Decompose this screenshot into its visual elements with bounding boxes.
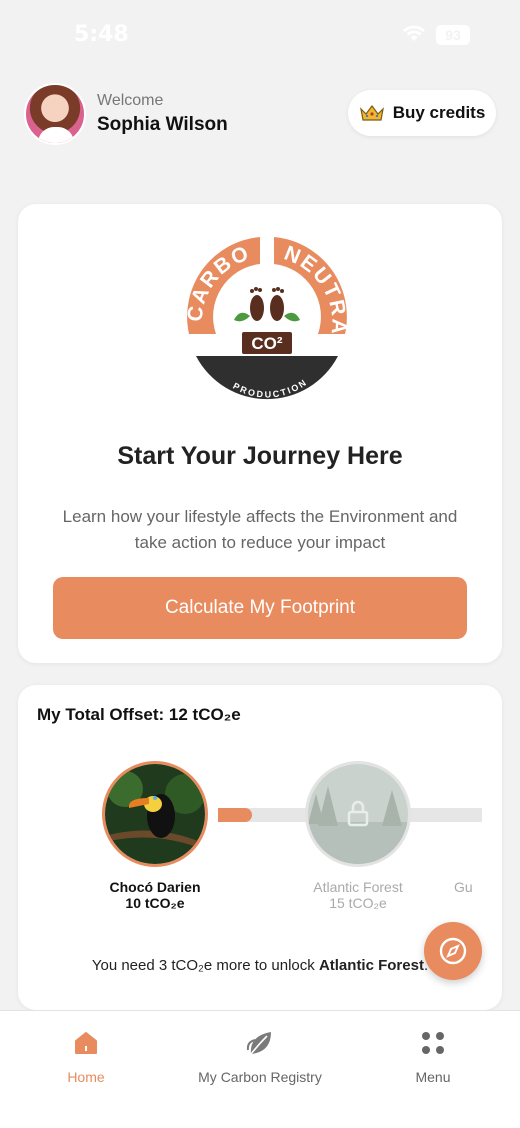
- bottom-nav: Home My Carbon Registry Menu: [0, 1010, 520, 1128]
- nav-home[interactable]: Home: [11, 1027, 161, 1085]
- nav-label: Menu: [415, 1069, 451, 1085]
- wifi-icon: [403, 25, 425, 41]
- project-amount: 10 tCO₂e: [125, 895, 185, 911]
- journey-title: Start Your Journey Here: [117, 442, 403, 470]
- buy-credits-label: Buy credits: [392, 103, 486, 122]
- offset-progress-fill: [218, 808, 253, 822]
- project-name: Atlantic Forest: [313, 879, 403, 895]
- project-name: Chocó Darien: [109, 879, 201, 895]
- nav-my-carbon-registry[interactable]: My Carbon Registry: [185, 1027, 335, 1085]
- battery-indicator: 93: [436, 25, 470, 45]
- project-image-choco-darien: [102, 761, 208, 867]
- crown-icon: [359, 105, 384, 121]
- avatar[interactable]: [24, 83, 86, 145]
- journey-card: CARBON NEUTRAL PRODUCTION CO² Start Your…: [18, 204, 502, 663]
- journey-description: Learn how your lifestyle affects the Env…: [62, 507, 458, 552]
- project-atlantic-forest[interactable]: Atlantic Forest 15 tCO₂e: [303, 761, 413, 911]
- buy-credits-button[interactable]: Buy credits: [348, 90, 496, 136]
- status-bar: 5:48 93: [0, 0, 520, 70]
- nav-label: Home: [67, 1069, 105, 1085]
- footprints-icon: [234, 287, 300, 322]
- user-name: Sophia Wilson: [97, 114, 228, 135]
- project-name: Gu: [454, 879, 473, 895]
- project-image-atlantic-forest: [305, 761, 411, 867]
- unlock-target: Atlantic Forest: [318, 957, 424, 974]
- logo-co2-badge: CO²: [251, 334, 283, 353]
- svg-text:CARBON: CARBON: [182, 228, 253, 323]
- compass-icon: [439, 937, 467, 965]
- calculate-footprint-button[interactable]: Calculate My Footprint: [53, 577, 467, 639]
- dots-grid-icon: [422, 1032, 444, 1054]
- nav-menu[interactable]: Menu: [358, 1027, 508, 1085]
- header: Welcome Sophia Wilson Buy credits: [24, 82, 496, 146]
- carbon-neutral-logo: CARBON NEUTRAL PRODUCTION CO²: [173, 210, 352, 412]
- project-choco-darien[interactable]: Chocó Darien 10 tCO₂e: [100, 761, 210, 911]
- status-time: 5:48: [74, 22, 129, 47]
- home-icon: [75, 1032, 97, 1054]
- logo-text-carbon: CARBON: [173, 210, 251, 323]
- explore-compass-button[interactable]: [424, 922, 482, 980]
- total-offset-title: My Total Offset: 12 tCO₂e: [37, 705, 241, 724]
- project-amount: 15 tCO₂e: [329, 895, 387, 911]
- project-partial-gu[interactable]: Gu: [454, 761, 484, 895]
- nav-label: My Carbon Registry: [198, 1069, 322, 1085]
- welcome-label: Welcome: [97, 92, 164, 109]
- leaf-icon: [246, 1032, 271, 1055]
